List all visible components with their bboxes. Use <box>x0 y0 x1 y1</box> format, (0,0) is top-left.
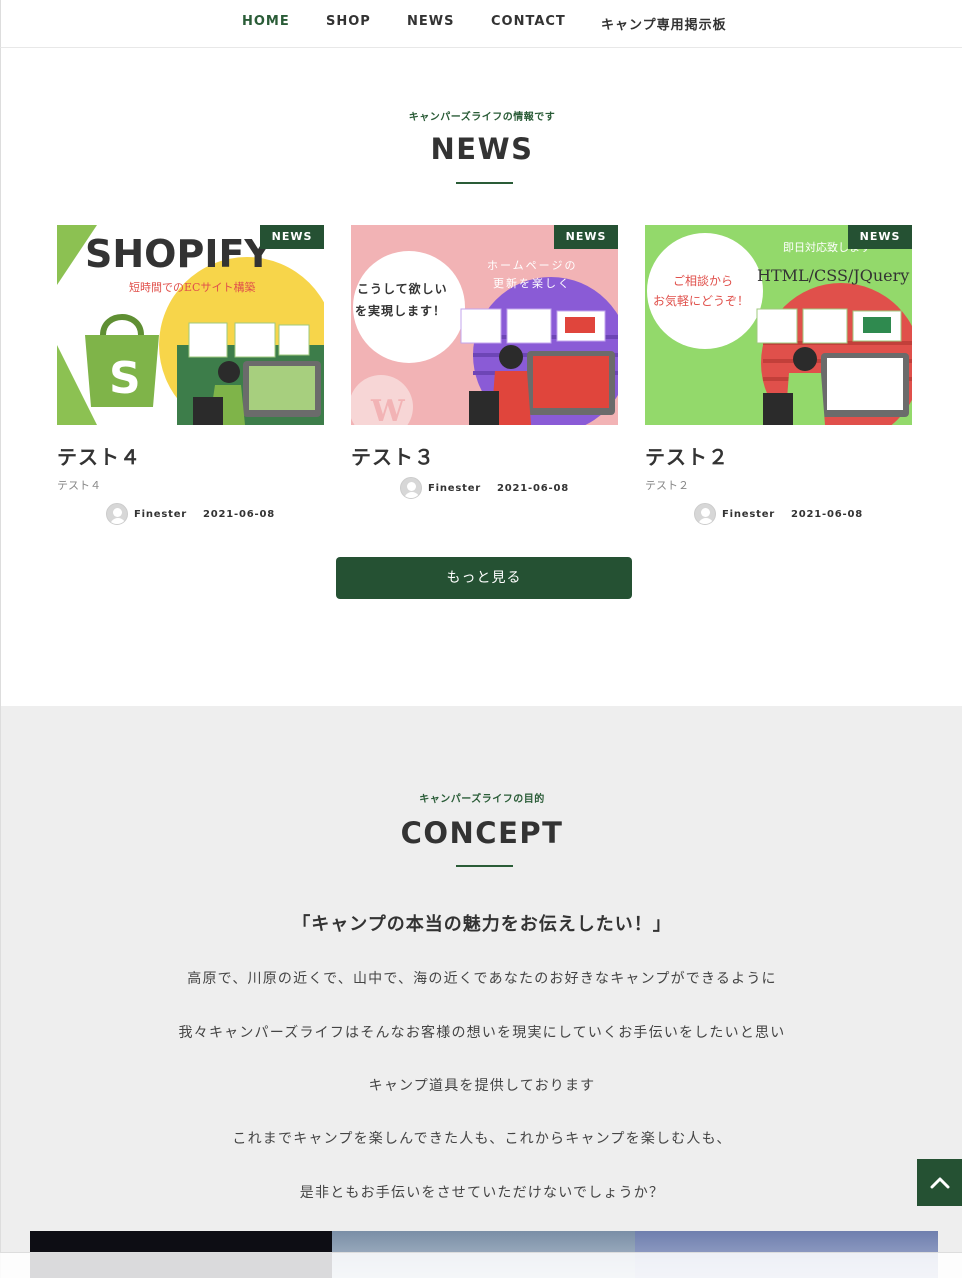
news-card-thumbnail[interactable]: W ホームページの 更新を楽しく こうして欲しい を実現します！ NEWS <box>351 225 618 425</box>
concept-paragraph-5: 是非ともお手伝いをさせていただけないでしょうか？ <box>299 1185 665 1201</box>
news-card-title[interactable]: テスト４ <box>57 441 141 470</box>
post-date: 2021-06-08 <box>203 508 275 520</box>
card-2-bubble-1: こうして欲しい <box>357 281 448 296</box>
avatar-icon <box>694 503 716 525</box>
svg-text:S: S <box>109 353 141 404</box>
category-badge: NEWS <box>554 225 618 249</box>
news-card-meta: Finester 2021-06-08 <box>645 503 912 525</box>
more-news-button[interactable]: もっと見る <box>336 557 632 599</box>
svg-text:W: W <box>370 394 406 425</box>
news-card-title[interactable]: テスト２ <box>645 441 729 470</box>
news-card-1[interactable]: S SHOPIFY 短時間でのECサイト構築 NEWS テスト４ テスト４ Fi… <box>57 225 324 525</box>
news-title-underline <box>456 182 513 184</box>
card-1-image-caption: 短時間でのECサイト構築 <box>129 280 255 294</box>
shopify-illustration: S SHOPIFY 短時間でのECサイト構築 <box>57 225 324 425</box>
avatar-icon <box>400 477 422 499</box>
card-1-image-headline: SHOPIFY <box>85 232 272 276</box>
scroll-to-top-button[interactable] <box>917 1159 962 1206</box>
wordpress-illustration: W ホームページの 更新を楽しく こうして欲しい を実現します！ <box>351 225 618 425</box>
concept-paragraph-2: 我々キャンパーズライフはそんなお客様の想いを現実にしていくお手伝いをしたいと思い <box>178 1025 786 1041</box>
category-badge: NEWS <box>848 225 912 249</box>
concept-title: CONCEPT <box>400 816 564 850</box>
news-card-excerpt: テスト２ <box>645 479 689 492</box>
news-card-excerpt: テスト４ <box>57 479 101 492</box>
author-name: Finester <box>428 482 482 494</box>
concept-section: キャンパーズライフの目的 CONCEPT 「キャンプの本当の魅力をお伝えしたい！… <box>0 706 962 1278</box>
card-3-image-headline: HTML/CSS/JQuery <box>757 266 909 285</box>
chevron-up-icon <box>930 1177 950 1189</box>
category-badge: NEWS <box>260 225 324 249</box>
news-card-title[interactable]: テスト３ <box>351 441 435 470</box>
concept-paragraph-1: 高原で、川原の近くで、山中で、海の近くであなたのお好きなキャンプができるように <box>187 971 777 987</box>
card-2-image-caption-1: ホームページの <box>487 259 577 272</box>
news-title: NEWS <box>430 132 534 166</box>
news-card-3[interactable]: 即日対応致します HTML/CSS/JQuery ご相談から お気軽にどうぞ！ … <box>645 225 912 525</box>
news-card-2[interactable]: W ホームページの 更新を楽しく こうして欲しい を実現します！ NEWS テス… <box>351 225 618 525</box>
post-date: 2021-06-08 <box>497 482 569 494</box>
nav-camp-board[interactable]: キャンプ専用掲示板 <box>601 14 727 33</box>
nav-contact[interactable]: CONTACT <box>491 14 566 29</box>
concept-paragraph-4: これまでキャンプを楽しんできた人も、これからキャンプを楽しむ人も、 <box>232 1131 732 1147</box>
news-section: キャンパーズライフの情報です NEWS S SHOPIFY 短時間でのECサイト… <box>0 48 962 706</box>
bottom-browser-bar <box>0 1252 962 1278</box>
news-card-thumbnail[interactable]: S SHOPIFY 短時間でのECサイト構築 NEWS <box>57 225 324 425</box>
concept-paragraph-3: キャンプ道具を提供しております <box>368 1078 596 1094</box>
author-name: Finester <box>134 508 188 520</box>
nav-home[interactable]: HOME <box>242 14 290 29</box>
card-3-bubble-1: ご相談から <box>673 273 733 288</box>
news-card-meta: Finester 2021-06-08 <box>351 477 618 499</box>
top-navigation: HOME SHOP NEWS CONTACT キャンプ専用掲示板 <box>0 0 962 48</box>
post-date: 2021-06-08 <box>791 508 863 520</box>
author-name: Finester <box>722 508 776 520</box>
nav-news[interactable]: NEWS <box>407 14 454 29</box>
avatar-icon <box>106 503 128 525</box>
news-card-meta: Finester 2021-06-08 <box>57 503 324 525</box>
concept-subtitle: キャンパーズライフの目的 <box>419 794 545 805</box>
concept-title-underline <box>456 865 513 867</box>
card-2-bubble-2: を実現します！ <box>355 303 446 318</box>
card-2-image-caption-2: 更新を楽しく <box>493 276 571 290</box>
html-css-illustration: 即日対応致します HTML/CSS/JQuery ご相談から お気軽にどうぞ！ <box>645 225 912 425</box>
news-subtitle: キャンパーズライフの情報です <box>408 112 556 123</box>
nav-shop[interactable]: SHOP <box>326 14 371 29</box>
news-card-thumbnail[interactable]: 即日対応致します HTML/CSS/JQuery ご相談から お気軽にどうぞ！ … <box>645 225 912 425</box>
card-3-bubble-2: お気軽にどうぞ！ <box>653 293 749 308</box>
concept-lead: 「キャンプの本当の魅力をお伝えしたい！」 <box>292 914 672 935</box>
